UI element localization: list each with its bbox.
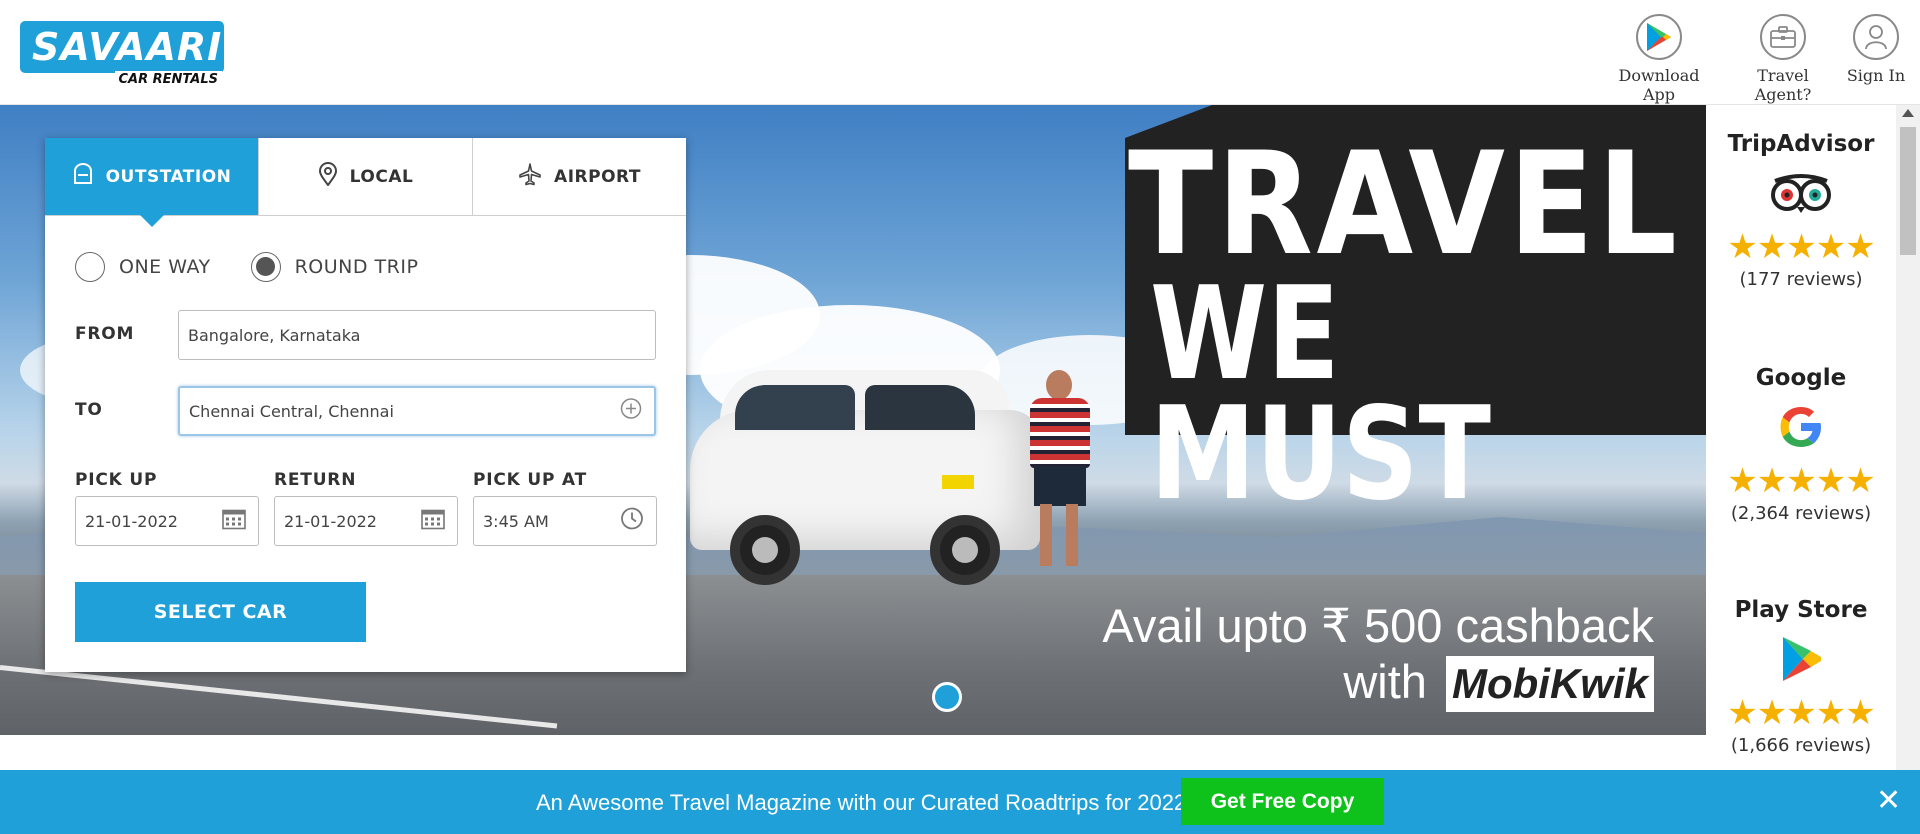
add-stop-icon[interactable] (620, 398, 642, 425)
pickup-date-value: 21-01-2022 (85, 511, 178, 531)
car-rear-window (865, 385, 975, 430)
play-store-icon (1706, 633, 1896, 685)
one-way-label: ONE WAY (119, 256, 211, 278)
plane-icon (518, 162, 542, 192)
star-rating: ★★★★★ (1727, 461, 1875, 501)
play-store-icon (1636, 14, 1682, 60)
person-leg (1040, 504, 1052, 566)
travel-agent-label: Travel Agent? (1754, 66, 1812, 104)
download-app-link[interactable]: Download App (1600, 14, 1718, 104)
scroll-up-arrow[interactable] (1902, 109, 1914, 117)
cashback-offer: Avail upto ₹ 500 cashback with MobiKwik (1102, 598, 1654, 712)
mobikwik-logo: MobiKwik (1446, 656, 1654, 712)
star-rating: ★★★★★ (1727, 693, 1875, 733)
star-rating: ★★★★★ (1727, 227, 1875, 267)
site-header: SAVAARI CAR RENTALS Download App Travel (0, 0, 1920, 105)
round-trip-radio[interactable] (250, 252, 281, 282)
person-leg (1066, 504, 1078, 566)
offer-with: with (1343, 655, 1427, 708)
pickup-time-input[interactable]: 3:45 AM (473, 496, 657, 546)
traveler-figure (1020, 370, 1100, 570)
return-date-input[interactable]: 21-01-2022 (274, 496, 458, 546)
savaari-logo[interactable]: SAVAARI CAR RENTALS (20, 21, 224, 88)
pickup-at-label: PICK UP AT (473, 470, 587, 490)
suv-car-image (690, 370, 1040, 585)
playstore-review[interactable]: Play Store ★★★★★ (1,666 reviews) (1706, 597, 1896, 756)
headline-we-must: WE MUST (1150, 260, 1491, 529)
promo-text: An Awesome Travel Magazine with our Cura… (536, 790, 1187, 815)
download-app-label: Download App (1618, 66, 1700, 104)
review-source: TripAdvisor (1727, 131, 1875, 157)
clock-icon (620, 507, 644, 536)
review-source: Google (1755, 365, 1847, 391)
offer-line-2: with MobiKwik (1102, 654, 1654, 712)
tab-airport[interactable]: AIRPORT (473, 138, 686, 215)
tripadvisor-review[interactable]: TripAdvisor ★★★★★ (177 reviews) (1706, 131, 1896, 290)
review-source: Play Store (1734, 597, 1868, 623)
pickup-date-input[interactable]: 21-01-2022 (75, 496, 259, 546)
logo-badge: SAVAARI (20, 21, 224, 73)
car-wheel (730, 515, 800, 585)
review-count: (1,666 reviews) (1730, 735, 1872, 756)
travel-agent-link[interactable]: Travel Agent? (1728, 14, 1838, 104)
calendar-icon (421, 508, 445, 535)
to-input[interactable]: Chennai Central, Chennai (178, 386, 656, 436)
headline-travel: TRAVEL (1128, 122, 1681, 287)
logo-tagline: CAR RENTALS (114, 71, 222, 88)
trip-mode-tabs: OUTSTATION LOCAL AIRPORT (45, 138, 686, 227)
return-date-value: 21-01-2022 (284, 511, 377, 531)
page-scrollbar[interactable] (1896, 105, 1920, 770)
tab-local[interactable]: LOCAL (259, 138, 473, 215)
carousel-dot[interactable] (932, 682, 962, 712)
trip-type-selector: ONE WAY ROUND TRIP (75, 252, 458, 282)
tab-outstation-label: OUTSTATION (105, 166, 232, 187)
location-pin-icon (318, 161, 338, 192)
to-label: TO (75, 400, 103, 420)
car-wheel (930, 515, 1000, 585)
one-way-radio[interactable] (75, 252, 105, 282)
person-shirt (1030, 398, 1090, 468)
calendar-icon (222, 508, 246, 535)
tab-local-label: LOCAL (349, 166, 414, 187)
close-icon[interactable]: ✕ (1876, 784, 1901, 818)
promo-bar: An Awesome Travel Magazine with our Cura… (0, 770, 1920, 834)
sign-in-label: Sign In (1846, 66, 1906, 85)
from-input[interactable]: Bangalore, Karnataka (178, 310, 656, 360)
user-icon (1853, 14, 1899, 60)
return-label: RETURN (274, 470, 357, 490)
booking-widget: OUTSTATION LOCAL AIRPORT ONE WAY ROUND T… (45, 138, 686, 672)
to-value: Chennai Central, Chennai (189, 401, 394, 421)
review-count: (177 reviews) (1739, 269, 1863, 290)
tab-outstation[interactable]: OUTSTATION (45, 138, 259, 227)
google-g-icon (1706, 401, 1896, 453)
person-head (1046, 370, 1072, 400)
logo-text: SAVAARI (32, 25, 223, 69)
car-window (735, 385, 855, 430)
round-trip-label: ROUND TRIP (294, 256, 419, 278)
from-label: FROM (75, 324, 135, 344)
person-shorts (1034, 466, 1086, 506)
tab-airport-label: AIRPORT (554, 166, 641, 187)
car-seat-icon (72, 162, 94, 191)
pickup-label: PICK UP (75, 470, 158, 490)
review-count: (2,364 reviews) (1730, 503, 1872, 524)
number-plate (942, 475, 974, 489)
sign-in-link[interactable]: Sign In (1844, 14, 1908, 85)
offer-line-1: Avail upto ₹ 500 cashback (1102, 599, 1654, 652)
briefcase-icon (1760, 14, 1806, 60)
scroll-thumb[interactable] (1900, 127, 1916, 255)
google-review[interactable]: Google ★★★★★ (2,364 reviews) (1706, 365, 1896, 524)
pickup-time-value: 3:45 AM (483, 511, 549, 531)
tripadvisor-owl-icon (1706, 167, 1896, 219)
reviews-sidebar: TripAdvisor ★★★★★ (177 reviews) Google ★… (1706, 105, 1896, 770)
select-car-button[interactable]: SELECT CAR (75, 582, 366, 642)
get-free-copy-button[interactable]: Get Free Copy (1181, 778, 1384, 825)
